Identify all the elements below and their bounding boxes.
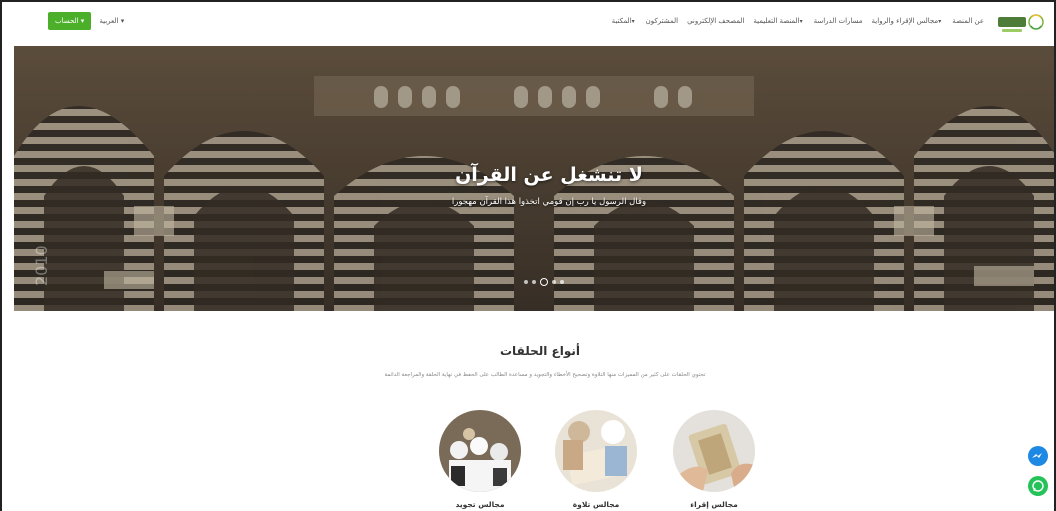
nav-item-study-paths[interactable]: مسارات الدراسة	[814, 17, 863, 25]
whatsapp-icon	[1032, 480, 1044, 492]
slider-dot-3[interactable]	[540, 278, 548, 286]
card-tajweed[interactable]: مجالس تجويد	[438, 410, 522, 509]
hero-slider: 2010 لا تنشغل عن القرآن وقال الرسول يا ر…	[14, 46, 1056, 311]
top-navbar: عن المنصة مجالس الإقراء والرواية▾ مسارات…	[0, 0, 1056, 46]
card-iqraa-label: مجالس إقراء	[690, 500, 738, 509]
nav-item-education-platform[interactable]: المنصة التعليمية▾	[753, 17, 804, 25]
hero-subtitle: وقال الرسول يا رب إن قومي اتخذوا هذا الق…	[451, 197, 647, 207]
whatsapp-button[interactable]	[1028, 476, 1048, 496]
nav-item-recitation-circles[interactable]: مجالس الإقراء والرواية▾	[872, 17, 944, 25]
tajweed-image[interactable]	[439, 410, 521, 492]
platform-logo[interactable]	[996, 8, 1044, 40]
account-button[interactable]: الحساب ▾	[48, 12, 92, 30]
slider-dot-2[interactable]	[532, 280, 536, 284]
card-iqraa[interactable]: مجالس إقراء	[672, 410, 756, 509]
chevron-down-icon: ▾	[938, 18, 942, 25]
messenger-icon	[1032, 453, 1042, 458]
slider-dots	[524, 278, 564, 286]
recitation-image[interactable]	[555, 410, 637, 492]
nav-left-tools: الحساب ▾ العربية ▾	[48, 12, 124, 30]
slider-dot-1[interactable]	[524, 280, 528, 284]
messenger-button[interactable]	[1028, 446, 1048, 466]
section-description: تحتوي الحلقات على كثير من المميزات منها …	[384, 372, 706, 378]
card-recitation[interactable]: مجالس تلاوة	[554, 410, 638, 509]
iqraa-image[interactable]	[673, 410, 755, 492]
language-selector[interactable]: العربية ▾	[99, 17, 124, 25]
card-recitation-label: مجالس تلاوة	[572, 500, 620, 509]
circle-types-cards: مجالس تجويد مجالس تلاوة مجالس إقراء	[0, 410, 1056, 511]
slider-dot-5[interactable]	[560, 280, 564, 284]
card-tajweed-label: مجالس تجويد	[455, 500, 505, 509]
chevron-down-icon: ▾	[631, 18, 635, 25]
main-menu: عن المنصة مجالس الإقراء والرواية▾ مسارات…	[612, 17, 984, 25]
slider-dot-4[interactable]	[552, 280, 556, 284]
nav-item-library[interactable]: المكتبة▾	[612, 17, 637, 25]
nav-item-about[interactable]: عن المنصة	[952, 17, 984, 25]
photo-watermark: 2010	[32, 245, 51, 286]
section-title: أنواع الحلقات	[500, 344, 580, 358]
nav-item-subscribers[interactable]: المشتركون	[646, 17, 678, 25]
chevron-down-icon: ▾	[799, 18, 803, 25]
hero-title: لا تنشغل عن القرآن	[455, 164, 643, 186]
nav-item-electronic-mushaf[interactable]: المصحف الإلكتروني	[687, 17, 744, 25]
